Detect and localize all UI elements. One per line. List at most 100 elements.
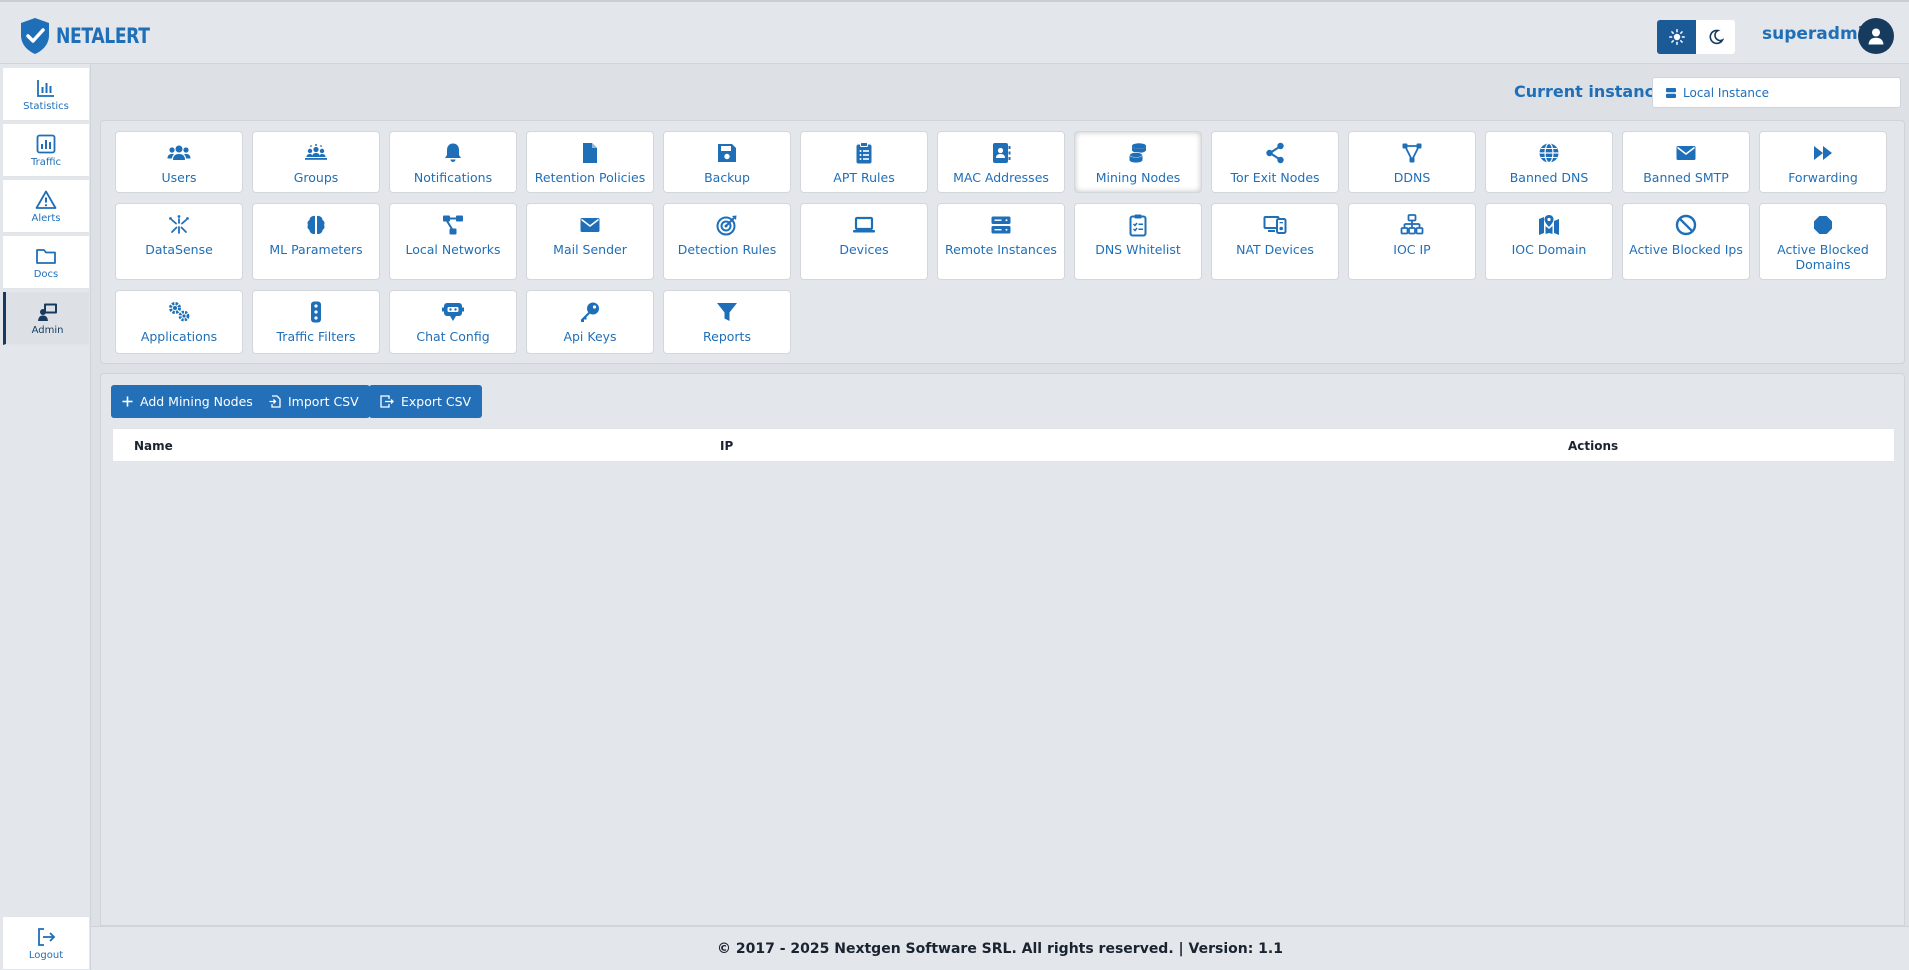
tile-ddns[interactable]: DDNS <box>1348 131 1476 193</box>
tile-label: Reports <box>703 329 751 344</box>
column-header-name[interactable]: Name <box>134 439 173 453</box>
export-button-label: Export CSV <box>401 394 472 409</box>
sidebar-item-label: Traffic <box>30 156 62 168</box>
theme-toggle[interactable] <box>1657 20 1735 54</box>
tile-api-keys[interactable]: Api Keys <box>526 290 654 354</box>
sidebar-item-label: Alerts <box>31 212 61 224</box>
tile-remote-instances[interactable]: Remote Instances <box>937 203 1065 280</box>
chat-robot-icon <box>442 303 464 321</box>
tile-label: Active Blocked Domains <box>1777 242 1869 272</box>
tile-notifications[interactable]: Notifications <box>389 131 517 193</box>
tile-label: DDNS <box>1393 170 1431 185</box>
tile-ioc-ip[interactable]: IOC IP <box>1348 203 1476 280</box>
table-header: Name IP Actions <box>112 428 1895 462</box>
tile-groups[interactable]: Groups <box>252 131 380 193</box>
tile-label: Retention Policies <box>534 170 646 185</box>
stop-octagon-icon <box>1814 216 1832 234</box>
tile-nat-devices[interactable]: NAT Devices <box>1211 203 1339 280</box>
tile-ml-parameters[interactable]: ML Parameters <box>252 203 380 280</box>
tile-forwarding[interactable]: Forwarding <box>1759 131 1887 193</box>
network-icon <box>443 215 463 235</box>
sidebar-item-traffic[interactable]: Traffic <box>3 124 89 177</box>
tile-mining-nodes[interactable]: Mining Nodes <box>1074 131 1202 193</box>
tile-detection-rules[interactable]: Detection Rules <box>663 203 791 280</box>
tile-local-networks[interactable]: Local Networks <box>389 203 517 280</box>
sidebar-item-admin[interactable]: Admin <box>3 292 89 345</box>
tile-dns-whitelist[interactable]: DNS Whitelist <box>1074 203 1202 280</box>
filter-icon <box>717 303 737 321</box>
sidebar-item-alerts[interactable]: Alerts <box>3 180 89 233</box>
plus-icon <box>122 396 133 407</box>
key-icon <box>581 302 599 322</box>
tile-label: Backup <box>704 170 750 185</box>
clipboard-list-icon <box>856 142 872 164</box>
tile-retention-policies[interactable]: Retention Policies <box>526 131 654 193</box>
file-export-icon <box>380 395 394 408</box>
tile-datasense[interactable]: DataSense <box>115 203 243 280</box>
sun-icon <box>1668 29 1685 45</box>
tile-label: MAC Addresses <box>953 170 1049 185</box>
tile-users[interactable]: Users <box>115 131 243 193</box>
tile-label: Banned SMTP <box>1643 170 1729 185</box>
warning-triangle-icon <box>35 190 57 209</box>
tile-backup[interactable]: Backup <box>663 131 791 193</box>
sitemap-icon <box>1400 214 1424 235</box>
laptop-icon <box>853 216 875 233</box>
tile-chat-config[interactable]: Chat Config <box>389 290 517 354</box>
tile-label: Api Keys <box>563 329 617 344</box>
sidebar-item-docs[interactable]: Docs <box>3 236 89 289</box>
tile-label: Mail Sender <box>553 242 627 257</box>
tile-tor-exit-nodes[interactable]: Tor Exit Nodes <box>1211 131 1339 193</box>
tile-applications[interactable]: Applications <box>115 290 243 354</box>
tile-mac-addresses[interactable]: MAC Addresses <box>937 131 1065 193</box>
tile-label: Users <box>161 170 197 185</box>
tile-banned-smtp[interactable]: Banned SMTP <box>1622 131 1750 193</box>
mining-nodes-section: Add Mining Nodes Import CSV Export CSV N… <box>100 373 1905 926</box>
sidebar-item-statistics[interactable]: Statistics <box>3 68 89 121</box>
target-icon <box>716 215 737 236</box>
sidebar-item-label: Docs <box>33 268 59 280</box>
desktop-device-icon <box>1263 216 1287 234</box>
tile-devices[interactable]: Devices <box>800 203 928 280</box>
chart-box-icon <box>36 134 56 153</box>
gears-icon <box>169 302 190 322</box>
tile-label: Tor Exit Nodes <box>1230 170 1320 185</box>
tile-reports[interactable]: Reports <box>663 290 791 354</box>
light-theme-button[interactable] <box>1657 20 1696 54</box>
export-csv-button[interactable]: Export CSV <box>369 385 483 418</box>
column-header-ip[interactable]: IP <box>720 439 733 453</box>
server-icon <box>1666 87 1676 98</box>
logout-button[interactable]: Logout <box>3 916 89 970</box>
tile-active-blocked-ips[interactable]: Active Blocked Ips <box>1622 203 1750 280</box>
add-button-label: Add Mining Nodes <box>140 394 253 409</box>
file-icon <box>583 143 597 163</box>
file-import-icon <box>269 395 281 408</box>
user-avatar[interactable] <box>1858 18 1894 54</box>
add-mining-nodes-button[interactable]: Add Mining Nodes <box>111 385 264 418</box>
tile-traffic-filters[interactable]: Traffic Filters <box>252 290 380 354</box>
dark-theme-button[interactable] <box>1696 20 1735 54</box>
app-logo[interactable]: NETALERT <box>18 16 170 56</box>
brain-icon <box>307 215 325 235</box>
instance-value: Local Instance <box>1683 85 1769 100</box>
import-button-label: Import CSV <box>288 394 359 409</box>
tile-label: Forwarding <box>1788 170 1858 185</box>
sidebar-item-label: Admin <box>31 324 64 336</box>
users-icon <box>167 145 191 160</box>
sidebar-item-label: Statistics <box>23 100 69 112</box>
tile-label: Remote Instances <box>945 242 1057 257</box>
instance-select[interactable]: Local Instance <box>1652 77 1901 108</box>
mail-icon <box>580 218 600 232</box>
bar-chart-icon <box>37 79 54 97</box>
traffic-light-icon <box>311 301 321 323</box>
logout-label: Logout <box>28 949 64 961</box>
tile-mail-sender[interactable]: Mail Sender <box>526 203 654 280</box>
tile-ioc-domain[interactable]: IOC Domain <box>1485 203 1613 280</box>
tile-apt-rules[interactable]: APT Rules <box>800 131 928 193</box>
share-nodes-icon <box>1266 142 1284 164</box>
tile-banned-dns[interactable]: Banned DNS <box>1485 131 1613 193</box>
map-pin-icon <box>1539 215 1559 235</box>
import-csv-button[interactable]: Import CSV <box>258 385 370 418</box>
tile-label: DataSense <box>145 242 213 257</box>
tile-active-blocked-domains[interactable]: Active Blocked Domains <box>1759 203 1887 280</box>
